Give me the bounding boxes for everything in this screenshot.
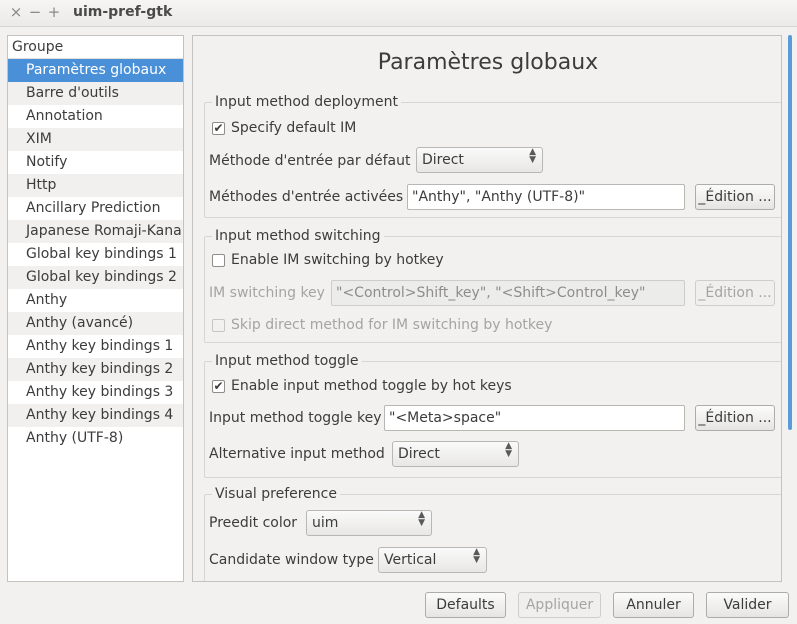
im-switching-key-label: IM switching key	[209, 285, 325, 301]
skip-direct-method-checkbox[interactable]	[212, 319, 225, 332]
enabled-ims-label: Méthodes d'entrée activées	[209, 189, 404, 205]
apply-button[interactable]: Appliquer	[518, 592, 601, 618]
alternative-im-label: Alternative input method	[209, 446, 385, 462]
candidate-window-type-value: Vertical	[384, 552, 437, 568]
maximize-window-button[interactable]: +	[47, 3, 61, 21]
sidebar-item-anthy-key-bindings-2[interactable]: Anthy key bindings 2	[8, 358, 183, 381]
sidebar-item-barre-d-outils[interactable]: Barre d'outils	[8, 82, 183, 105]
spin-arrows-icon: ▲ ▼	[529, 147, 536, 165]
sidebar-item-notify[interactable]: Notify	[8, 151, 183, 174]
page-title: Paramètres globaux	[377, 50, 599, 75]
deployment-frame-title: Input method deployment	[212, 93, 401, 111]
spin-arrows-icon: ▲ ▼	[473, 547, 480, 565]
switching-frame-title: Input method switching	[212, 227, 384, 245]
sidebar-item-ancillary-prediction[interactable]: Ancillary Prediction	[8, 197, 183, 220]
default-im-combo[interactable]: Direct ▲ ▼	[416, 147, 543, 173]
alternative-im-combo[interactable]: Direct ▲ ▼	[392, 441, 519, 467]
im-toggle-key-label: Input method toggle key	[209, 410, 382, 426]
sidebar-item-parametres-globaux[interactable]: Paramètres globaux	[8, 59, 183, 82]
spin-arrows-icon: ▲ ▼	[418, 510, 425, 528]
enable-im-switching-label: Enable IM switching by hotkey	[231, 252, 444, 268]
close-window-button[interactable]: ×	[9, 3, 23, 21]
alternative-im-value: Direct	[398, 446, 440, 462]
window-title: uim-pref-gtk	[73, 4, 173, 20]
default-im-label: Méthode d'entrée par défaut	[209, 153, 411, 169]
sidebar-item-anthy[interactable]: Anthy	[8, 289, 183, 312]
enable-im-toggle-checkbox[interactable]: ✔	[212, 380, 225, 393]
im-switching-key-field[interactable]: "<Control>Shift_key", "<Shift>Control_ke…	[331, 280, 685, 306]
settings-panel: Paramètres globaux Input method deployme…	[192, 35, 782, 582]
enable-im-toggle-label: Enable input method toggle by hot keys	[231, 378, 512, 394]
sidebar-item-xim[interactable]: XIM	[8, 128, 183, 151]
sidebar-item-anthy-avance[interactable]: Anthy (avancé)	[8, 312, 183, 335]
spin-arrows-icon: ▲ ▼	[505, 441, 512, 459]
switching-frame: Input method switching Enable IM switchi…	[204, 227, 781, 343]
sidebar-item-japanese-romaji-kana[interactable]: Japanese Romaji-Kana	[8, 220, 183, 243]
settings-scrollbar[interactable]	[788, 35, 792, 430]
candidate-window-type-combo[interactable]: Vertical ▲ ▼	[378, 547, 487, 573]
toggle-frame: Input method toggle ✔ Enable input metho…	[204, 352, 781, 478]
specify-default-im-checkbox[interactable]: ✔	[212, 122, 225, 135]
ok-button[interactable]: Valider	[706, 592, 789, 618]
sidebar-item-http[interactable]: Http	[8, 174, 183, 197]
title-bar: × − + uim-pref-gtk	[0, 0, 797, 27]
edit-im-toggle-key-button[interactable]: _Édition ...	[695, 405, 775, 431]
sidebar-item-global-key-bindings-2[interactable]: Global key bindings 2	[8, 266, 183, 289]
sidebar-item-anthy-key-bindings-3[interactable]: Anthy key bindings 3	[8, 381, 183, 404]
preedit-color-label: Preedit color	[209, 515, 298, 531]
sidebar-item-anthy-utf-8[interactable]: Anthy (UTF-8)	[8, 427, 183, 450]
im-toggle-key-field[interactable]: "<Meta>space"	[384, 405, 685, 431]
candidate-window-type-label: Candidate window type	[209, 552, 374, 568]
visual-preference-frame: Visual preference Preedit color uim ▲ ▼ C…	[204, 485, 781, 581]
sidebar-item-anthy-key-bindings-4[interactable]: Anthy key bindings 4	[8, 404, 183, 427]
enabled-ims-field[interactable]: "Anthy", "Anthy (UTF-8)"	[407, 184, 685, 210]
visual-preference-frame-title: Visual preference	[212, 485, 340, 503]
skip-direct-method-label: Skip direct method for IM switching by h…	[231, 317, 553, 333]
sidebar-item-annotation[interactable]: Annotation	[8, 105, 183, 128]
edit-im-switching-key-button[interactable]: _Édition ...	[695, 280, 775, 306]
defaults-button[interactable]: Defaults	[425, 592, 506, 618]
preedit-color-value: uim	[312, 515, 339, 531]
sidebar-item-global-key-bindings-1[interactable]: Global key bindings 1	[8, 243, 183, 266]
minimize-window-button[interactable]: −	[28, 3, 42, 21]
default-im-value: Direct	[422, 152, 464, 168]
specify-default-im-label: Specify default IM	[231, 120, 357, 136]
enable-im-switching-checkbox[interactable]	[212, 254, 225, 267]
deployment-frame: Input method deployment ✔ Specify defaul…	[204, 93, 781, 218]
edit-enabled-ims-button[interactable]: _Édition ...	[695, 184, 775, 210]
cancel-button[interactable]: Annuler	[613, 592, 694, 618]
group-list-header[interactable]: Groupe	[8, 36, 183, 59]
group-list: Groupe Paramètres globaux Barre d'outils…	[7, 35, 184, 582]
toggle-frame-title: Input method toggle	[212, 352, 362, 370]
sidebar-item-anthy-key-bindings-1[interactable]: Anthy key bindings 1	[8, 335, 183, 358]
preedit-color-combo[interactable]: uim ▲ ▼	[306, 510, 432, 536]
